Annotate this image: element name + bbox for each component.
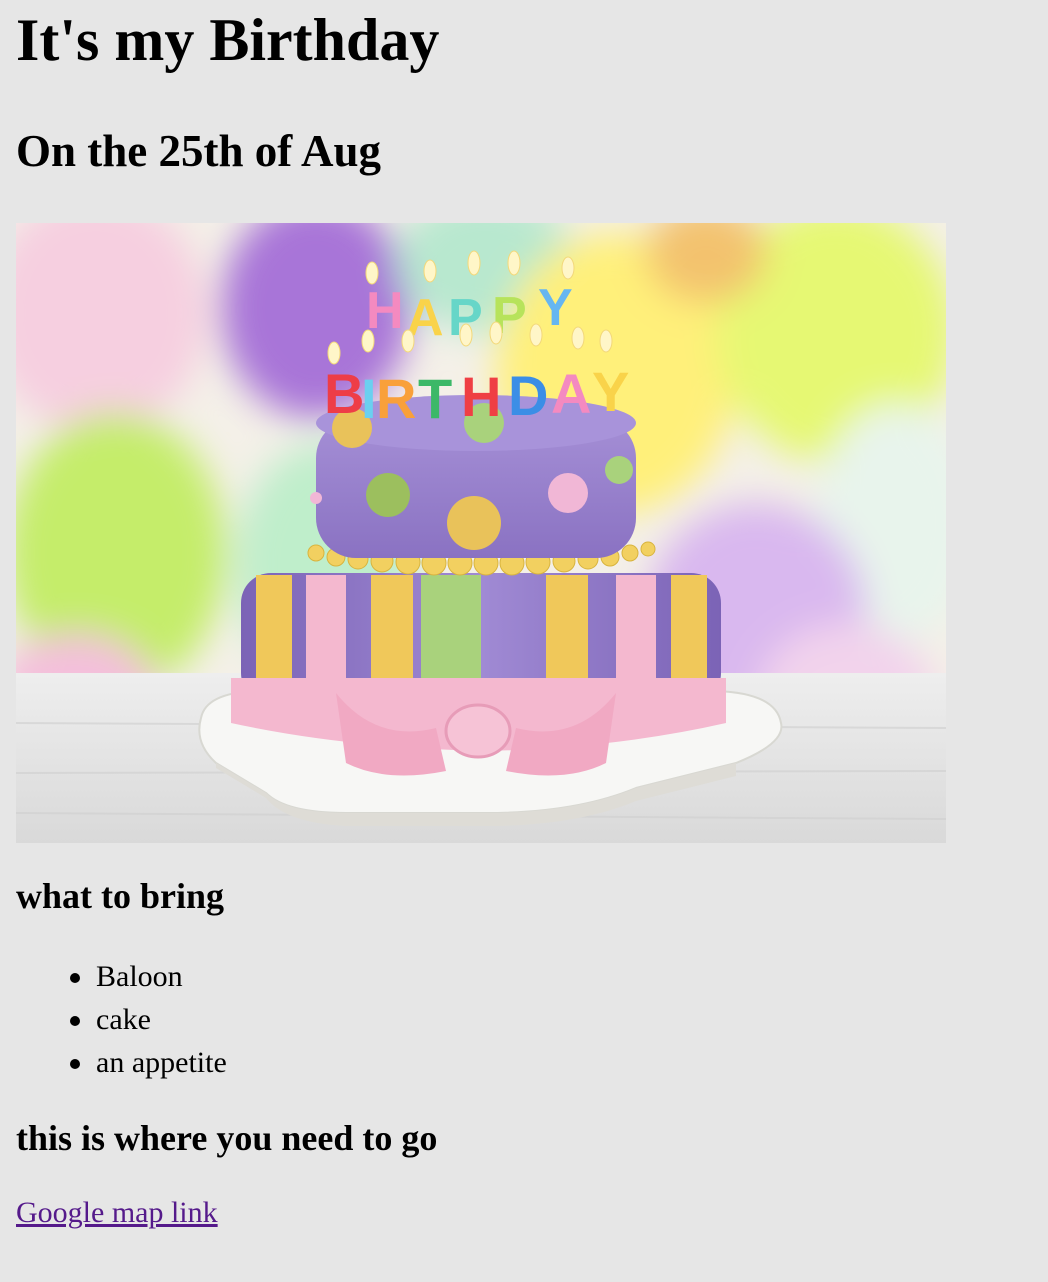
svg-text:B: B [324,362,364,425]
list-item-label: an appetite [96,1046,227,1079]
google-map-link[interactable]: Google map link [16,1193,218,1233]
bullet-icon [70,1059,80,1069]
page-subtitle: On the 25th of Aug [16,126,382,176]
svg-text:D: D [508,364,548,427]
page: It's my Birthday On the 25th of Aug H A … [0,0,1048,1282]
svg-text:A: A [551,362,591,425]
list-item-label: cake [96,1003,151,1036]
bullet-icon [70,1016,80,1026]
what-to-bring-heading: what to bring [16,876,225,916]
list-item: Baloon [0,957,227,1000]
list-item: cake [0,1000,227,1043]
birthday-cake-image: H A P P Y B I R T H D A Y [16,223,946,843]
svg-text:Y: Y [592,360,629,423]
list-item: an appetite [0,1043,227,1086]
bullet-icon [70,973,80,983]
list-item-label: Baloon [96,960,183,993]
bring-list: Baloon cake an appetite [0,957,227,1086]
page-title: It's my Birthday [16,7,440,73]
svg-text:Y: Y [538,279,573,337]
directions-heading: this is where you need to go [16,1118,438,1158]
svg-text:T: T [418,367,452,430]
svg-text:I: I [361,367,377,430]
svg-text:H: H [366,282,404,340]
svg-text:R: R [376,367,416,430]
svg-text:H: H [461,365,501,428]
